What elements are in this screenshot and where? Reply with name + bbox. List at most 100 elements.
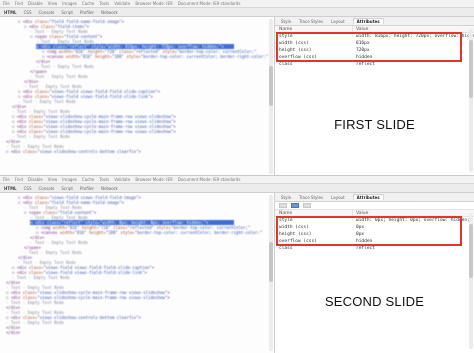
dom-node-token: >	[121, 200, 124, 205]
tree-scrollbar[interactable]	[269, 195, 273, 351]
menu-tools[interactable]: Tools	[99, 177, 109, 182]
dom-node-token: width=	[60, 230, 75, 235]
menu-view[interactable]: View	[48, 177, 58, 182]
tab-html[interactable]: HTML	[4, 186, 17, 191]
tab-css[interactable]: CSS	[24, 186, 32, 191]
attribute-row[interactable]: overflow (css) hidden	[275, 54, 474, 61]
tab-html[interactable]: HTML	[4, 10, 17, 15]
dom-node[interactable]: - Text - Empty Text Node	[12, 275, 70, 280]
tab-console[interactable]: Console	[38, 186, 54, 191]
attributes-header-name[interactable]: Name	[275, 210, 353, 216]
attribute-row[interactable]: style width: 0px; height: 0px; overflow: …	[275, 217, 474, 224]
attribute-name: style	[279, 34, 293, 39]
menu-find[interactable]: Find	[15, 177, 23, 182]
dom-tree-pane[interactable]: ⊟ <div class="field field-name-field-ima…	[0, 17, 275, 176]
attribute-row[interactable]: overflow (css) hidden	[275, 238, 474, 245]
dom-node-token: >	[150, 94, 153, 99]
side-tab-attributes[interactable]: Attributes	[352, 194, 384, 200]
menu-tools[interactable]: Tools	[99, 1, 109, 6]
attributes-toolbar-button[interactable]	[291, 203, 299, 208]
attribute-value[interactable]: width: 816px; height: 720px; overflow: h…	[353, 33, 474, 40]
menu-cache[interactable]: Cache	[82, 177, 94, 182]
dom-node[interactable]: - Text - Empty Text Node	[24, 250, 82, 255]
dom-node-token: style=	[120, 230, 135, 235]
menu-document-mode[interactable]: Document Mode: IE9 standards	[178, 1, 241, 6]
side-tab-trace-styles[interactable]: Trace Styles	[299, 195, 323, 200]
attribute-value[interactable]: reflect	[353, 61, 474, 68]
attribute-value[interactable]: 816px	[353, 40, 474, 47]
attributes-header-value[interactable]: Value	[353, 26, 474, 32]
menu-view[interactable]: View	[48, 1, 58, 6]
menu-browser-mode[interactable]: Browser Mode: IE9	[135, 177, 172, 182]
attribute-row[interactable]: class reflect	[275, 245, 474, 252]
attribute-value[interactable]: hidden	[353, 54, 474, 61]
menu-images[interactable]: Images	[62, 1, 77, 6]
menu-cache[interactable]: Cache	[82, 1, 94, 6]
attributes-scrollbar-thumb[interactable]	[469, 40, 473, 98]
dom-node[interactable]: - Text - Empty Text Node	[30, 74, 88, 79]
attribute-row[interactable]: style width: 816px; height: 720px; overfl…	[275, 33, 474, 40]
tree-scrollbar-thumb[interactable]	[269, 65, 273, 106]
menu-document-mode[interactable]: Document Mode: IE9 standards	[178, 177, 241, 182]
attribute-row[interactable]: height (css) 720px	[275, 47, 474, 54]
menu-find[interactable]: Find	[15, 1, 23, 6]
attribute-value[interactable]: 0px	[353, 231, 474, 238]
tree-scrollbar-thumb[interactable]	[269, 241, 273, 283]
menu-browser-mode[interactable]: Browser Mode: IE9	[135, 1, 172, 6]
menu-validate[interactable]: Validate	[114, 177, 130, 182]
side-tab-layout[interactable]: Layout	[331, 19, 345, 24]
tab-network[interactable]: Network	[101, 186, 118, 191]
tab-script[interactable]: Script	[61, 10, 73, 15]
attributes-header-value[interactable]: Value	[353, 210, 474, 216]
tab-profiler[interactable]: Profiler	[80, 10, 94, 15]
devtools-panes: ⊟ <div class="views-field views-field-fi…	[0, 193, 474, 353]
dom-node[interactable]: ⊟ <canvas width="816" height="180" style…	[42, 54, 268, 59]
attribute-row[interactable]: height (css) 0px	[275, 231, 474, 238]
tree-scrollbar[interactable]	[269, 19, 273, 174]
attributes-scrollbar-thumb[interactable]	[469, 223, 473, 279]
dom-node-token: >	[151, 265, 155, 270]
dom-node-token: "816"	[80, 54, 95, 59]
attribute-value[interactable]: 0px	[353, 224, 474, 231]
side-tab-style[interactable]: Style	[281, 195, 291, 200]
side-tab-attributes[interactable]: Attributes	[352, 18, 384, 24]
attribute-value[interactable]: width: 0px; height: 0px; overflow: hidde…	[353, 217, 474, 224]
menu-validate[interactable]: Validate	[114, 1, 130, 6]
tab-script[interactable]: Script	[61, 186, 73, 191]
menu-file[interactable]: File	[3, 177, 10, 182]
menu-images[interactable]: Images	[62, 177, 77, 182]
attribute-name: overflow (css)	[279, 55, 317, 60]
dom-node-token: "border-top-color: currentColor; border-…	[134, 230, 263, 235]
attributes-header-name[interactable]: Name	[275, 26, 353, 32]
attributes-scrollbar[interactable]	[469, 29, 473, 172]
dom-node[interactable]: - Text - Empty Text Node	[12, 134, 70, 139]
tab-console[interactable]: Console	[38, 10, 54, 15]
dom-node-token: "180"	[105, 230, 121, 235]
tab-profiler[interactable]: Profiler	[80, 186, 94, 191]
side-tab-trace-styles[interactable]: Trace Styles	[299, 19, 323, 24]
attribute-value[interactable]: reflect	[353, 245, 474, 252]
dom-node[interactable]: ⊟ <canvas width="816" height="180" style…	[36, 230, 262, 235]
menu-disable[interactable]: Disable	[28, 1, 43, 6]
attribute-row[interactable]: width (css) 816px	[275, 40, 474, 47]
menu-disable[interactable]: Disable	[28, 177, 43, 182]
attributes-scrollbar[interactable]	[469, 213, 473, 349]
attribute-value[interactable]: 720px	[353, 47, 474, 54]
attributes-toolbar-button[interactable]	[279, 203, 287, 208]
dom-node[interactable]: ⊟ <div class="views-slideshow-controls-b…	[6, 149, 141, 154]
dom-node-token: "180"	[111, 54, 127, 59]
side-tab-layout[interactable]: Layout	[331, 195, 345, 200]
dom-tree-pane[interactable]: ⊟ <div class="views-field views-field-fi…	[0, 193, 275, 353]
menu-file[interactable]: File	[3, 1, 10, 6]
dom-node[interactable]: </div>	[6, 330, 20, 335]
dom-node[interactable]: - Text - Empty Text Node	[18, 99, 76, 104]
dom-node-token: </div>	[6, 330, 21, 335]
side-tab-style[interactable]: Style	[281, 19, 291, 24]
slide-label: FIRST SLIDE	[334, 117, 415, 132]
attribute-value[interactable]: hidden	[353, 238, 474, 245]
attributes-toolbar-button[interactable]	[303, 203, 311, 208]
attribute-row[interactable]: width (css) 0px	[275, 224, 474, 231]
tab-css[interactable]: CSS	[24, 10, 32, 15]
attribute-row[interactable]: class reflect	[275, 61, 474, 68]
tab-network[interactable]: Network	[101, 10, 118, 15]
